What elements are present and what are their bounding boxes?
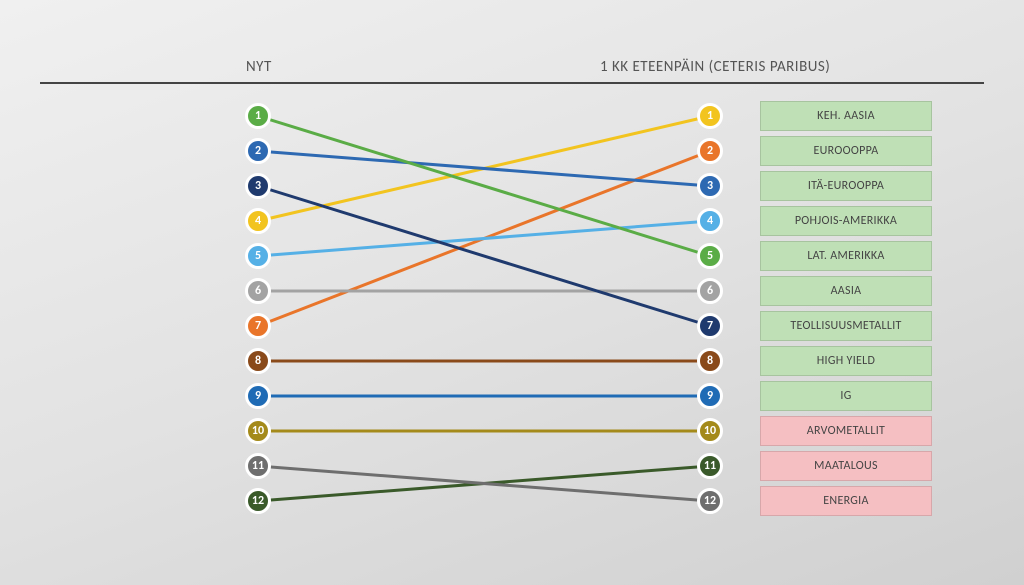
- rank-node-left: 2: [245, 138, 271, 164]
- rank-node-left: 7: [245, 313, 271, 339]
- category-label: POHJOIS-AMERIKKA: [760, 206, 932, 236]
- category-label: ITÄ-EUROOPPA: [760, 171, 932, 201]
- slope-chart: NYT 1 KK ETEENPÄIN (CETERIS PARIBUS) 4 7 2…: [0, 0, 1024, 585]
- rank-node-left: 11: [245, 453, 271, 479]
- header-right: 1 KK ETEENPÄIN (CETERIS PARIBUS): [600, 58, 830, 76]
- rank-node-left: 5: [245, 243, 271, 269]
- category-label: TEOLLISUUSMETALLIT: [760, 311, 932, 341]
- category-label: LAT. AMERIKKA: [760, 241, 932, 271]
- rank-node-right: 2: [697, 138, 723, 164]
- category-label: EUROOOPPA: [760, 136, 932, 166]
- rank-node-right: 9: [697, 383, 723, 409]
- category-label: IG: [760, 381, 932, 411]
- rank-node-left: 1: [245, 103, 271, 129]
- rank-node-left: 3: [245, 173, 271, 199]
- rank-node-left: 8: [245, 348, 271, 374]
- category-label: ENERGIA: [760, 486, 932, 516]
- rank-node-left: 4: [245, 208, 271, 234]
- category-label: MAATALOUS: [760, 451, 932, 481]
- rank-node-right: 12: [697, 488, 723, 514]
- rank-node-right: 7: [697, 313, 723, 339]
- header-rule: [40, 82, 984, 84]
- category-label: HIGH YIELD: [760, 346, 932, 376]
- rank-node-right: 11: [697, 453, 723, 479]
- rank-node-right: 6: [697, 278, 723, 304]
- rank-node-left: 9: [245, 383, 271, 409]
- rank-node-left: 12: [245, 488, 271, 514]
- rank-node-right: 3: [697, 173, 723, 199]
- slope-line: [258, 151, 710, 186]
- slope-line: [258, 466, 710, 501]
- category-label: ARVOMETALLIT: [760, 416, 932, 446]
- category-label: KEH. AASIA: [760, 101, 932, 131]
- header-left: NYT: [246, 58, 272, 76]
- slope-line: [258, 466, 710, 501]
- rank-node-left: 6: [245, 278, 271, 304]
- slope-line: [258, 116, 710, 221]
- slope-line: [258, 151, 710, 326]
- rank-node-right: 1: [697, 103, 723, 129]
- rank-node-right: 5: [697, 243, 723, 269]
- slope-line: [258, 116, 710, 256]
- rank-node-left: 10: [245, 418, 271, 444]
- slope-line: [258, 186, 710, 326]
- slope-line: [258, 221, 710, 256]
- rank-node-right: 4: [697, 208, 723, 234]
- rank-node-right: 8: [697, 348, 723, 374]
- category-label: AASIA: [760, 276, 932, 306]
- rank-node-right: 10: [697, 418, 723, 444]
